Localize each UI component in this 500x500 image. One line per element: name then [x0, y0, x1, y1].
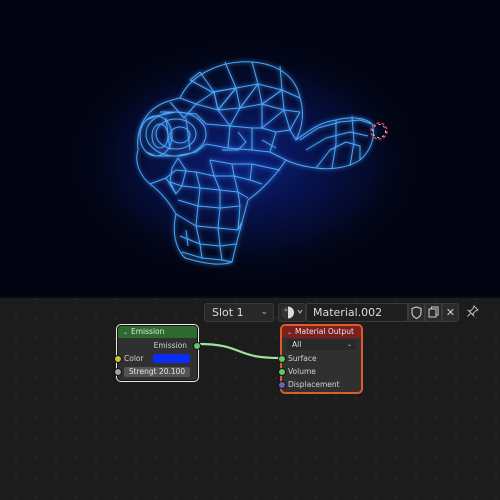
volume-label: Volume [288, 367, 316, 376]
chevron-down-icon[interactable]: ⌄ [287, 327, 295, 339]
chevron-down-icon[interactable]: ⌄ [123, 327, 131, 339]
color-label: Color [124, 354, 144, 363]
emission-node-header[interactable]: ⌄ Emission [118, 326, 197, 338]
displacement-label: Displacement [288, 380, 340, 389]
color-input-socket[interactable] [114, 355, 122, 363]
volume-input-socket[interactable] [278, 368, 286, 376]
emission-node[interactable]: ⌄ Emission Emission Color Strengt 20.100 [114, 324, 201, 382]
surface-label: Surface [288, 354, 317, 363]
displacement-input-socket[interactable] [278, 381, 286, 389]
strength-value: 20.100 [158, 367, 186, 376]
emission-output-socket[interactable] [193, 342, 201, 350]
node-link[interactable] [0, 0, 500, 500]
color-swatch[interactable] [153, 354, 190, 363]
strength-field[interactable]: Strengt 20.100 [124, 367, 190, 377]
material-output-node[interactable]: ⌄ Material Output All ⌄ Surface Volume Di… [278, 325, 362, 393]
material-output-node-header[interactable]: ⌄ Material Output [282, 326, 361, 338]
emission-output-label: Emission [153, 341, 187, 350]
strength-input-socket[interactable] [114, 368, 122, 376]
surface-input-socket[interactable] [278, 355, 286, 363]
material-output-node-title: Material Output [295, 327, 354, 336]
chevron-down-icon: ⌄ [346, 341, 352, 348]
emission-node-title: Emission [131, 327, 165, 336]
strength-label: Strengt [128, 367, 157, 376]
target-dropdown[interactable]: All ⌄ [287, 340, 356, 350]
target-value: All [292, 340, 302, 349]
